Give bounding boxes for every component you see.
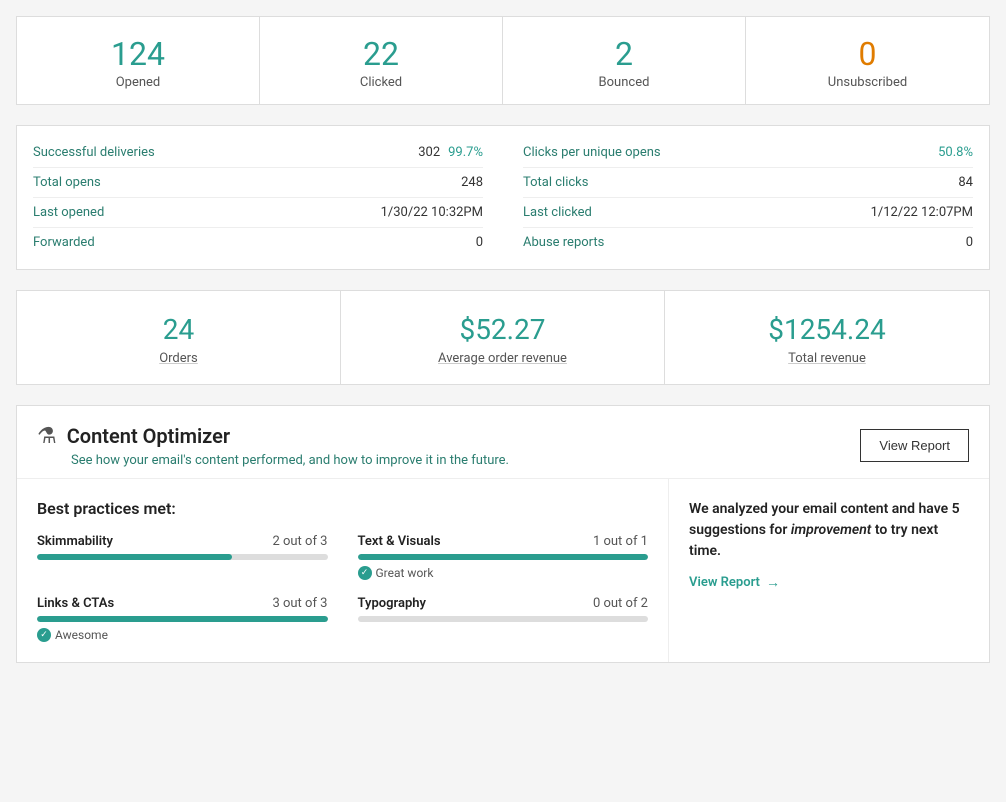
metric-label-last-opened: Last opened [33, 205, 104, 220]
progress-fill-skimmability [37, 554, 232, 560]
metric-last-clicked: Last clicked 1/12/22 12:07PM [523, 198, 973, 228]
optimizer-section: ⚗ Content Optimizer See how your email's… [16, 405, 990, 663]
metric-total-opens: Total opens 248 [33, 168, 483, 198]
unsubscribed-label: Unsubscribed [756, 75, 979, 90]
progress-bg-text-visuals [358, 554, 649, 560]
badge-label-text-visuals: Great work [376, 566, 434, 580]
progress-bg-skimmability [37, 554, 328, 560]
practice-badge-text-visuals: ✓ Great work [358, 566, 649, 580]
unsubscribed-number: 0 [756, 35, 979, 73]
optimizer-title: Content Optimizer [67, 424, 230, 448]
practice-score-skimmability: 2 out of 3 [272, 534, 327, 549]
practice-name-text-visuals: Text & Visuals [358, 534, 441, 549]
metric-successful-deliveries: Successful deliveries 302 99.7% [33, 138, 483, 168]
practices-grid: Skimmability 2 out of 3 Text & Visuals 1… [37, 534, 648, 642]
metric-value-clicks-unique: 50.8% [938, 145, 973, 160]
metric-label-abuse: Abuse reports [523, 235, 604, 250]
metrics-right: Clicks per unique opens 50.8% Total clic… [523, 138, 973, 257]
metric-label-deliveries: Successful deliveries [33, 145, 155, 160]
optimizer-header: ⚗ Content Optimizer See how your email's… [17, 406, 989, 479]
avg-order-number: $52.27 [351, 313, 654, 347]
metric-value-deliveries: 302 [418, 145, 440, 160]
metric-total-clicks: Total clicks 84 [523, 168, 973, 198]
total-revenue-label: Total revenue [675, 351, 979, 366]
metric-value-total-clicks: 84 [958, 175, 973, 190]
progress-bg-typography [358, 616, 649, 622]
practice-score-typography: 0 out of 2 [593, 596, 648, 611]
metric-last-opened: Last opened 1/30/22 10:32PM [33, 198, 483, 228]
suggestions-panel: We analyzed your email content and have … [669, 479, 989, 662]
practice-typography: Typography 0 out of 2 [358, 596, 649, 642]
arrow-right-icon: → [766, 574, 780, 591]
metric-value-abuse: 0 [966, 235, 973, 250]
metrics-section: Successful deliveries 302 99.7% Total op… [16, 125, 990, 270]
flask-icon: ⚗ [37, 424, 57, 449]
progress-bg-links [37, 616, 328, 622]
stat-bounced: 2 Bounced [503, 17, 746, 104]
opened-number: 124 [27, 35, 249, 73]
check-icon-text-visuals: ✓ [358, 566, 372, 580]
metric-pct-deliveries: 99.7% [448, 145, 483, 160]
clicked-number: 22 [270, 35, 492, 73]
metric-abuse-reports: Abuse reports 0 [523, 228, 973, 257]
metric-value-last-opened: 1/30/22 10:32PM [381, 205, 483, 220]
total-revenue-number: $1254.24 [675, 313, 979, 347]
metric-label-clicks-unique: Clicks per unique opens [523, 145, 661, 160]
metric-label-forwarded: Forwarded [33, 235, 95, 250]
bounced-label: Bounced [513, 75, 735, 90]
stat-unsubscribed: 0 Unsubscribed [746, 17, 989, 104]
stats-top-row: 124 Opened 22 Clicked 2 Bounced 0 Unsubs… [16, 16, 990, 105]
optimizer-subtitle: See how your email's content performed, … [37, 453, 509, 468]
revenue-avg-order: $52.27 Average order revenue [341, 291, 665, 384]
stat-opened: 124 Opened [17, 17, 260, 104]
practice-name-typography: Typography [358, 596, 427, 611]
suggestions-text: We analyzed your email content and have … [689, 499, 969, 562]
metric-label-opens: Total opens [33, 175, 101, 190]
clicked-label: Clicked [270, 75, 492, 90]
orders-label: Orders [27, 351, 330, 366]
bounced-number: 2 [513, 35, 735, 73]
practices-panel: Best practices met: Skimmability 2 out o… [17, 479, 669, 662]
progress-fill-text-visuals [358, 554, 649, 560]
metric-clicks-unique-opens: Clicks per unique opens 50.8% [523, 138, 973, 168]
practice-skimmability: Skimmability 2 out of 3 [37, 534, 328, 580]
metric-value-forwarded: 0 [476, 235, 483, 250]
revenue-orders: 24 Orders [17, 291, 341, 384]
progress-fill-links [37, 616, 328, 622]
practice-text-visuals: Text & Visuals 1 out of 1 ✓ Great work [358, 534, 649, 580]
metric-value-last-clicked: 1/12/22 12:07PM [871, 205, 973, 220]
avg-order-label: Average order revenue [351, 351, 654, 366]
practice-links-ctas: Links & CTAs 3 out of 3 ✓ Awesome [37, 596, 328, 642]
optimizer-title-area: ⚗ Content Optimizer See how your email's… [37, 424, 509, 468]
practice-score-text-visuals: 1 out of 1 [593, 534, 648, 549]
check-icon-links: ✓ [37, 628, 51, 642]
metric-forwarded: Forwarded 0 [33, 228, 483, 257]
stat-clicked: 22 Clicked [260, 17, 503, 104]
view-report-link-label: View Report [689, 575, 760, 590]
badge-label-links: Awesome [55, 628, 108, 642]
view-report-link[interactable]: View Report → [689, 574, 969, 591]
metrics-left: Successful deliveries 302 99.7% Total op… [33, 138, 483, 257]
orders-number: 24 [27, 313, 330, 347]
optimizer-body: Best practices met: Skimmability 2 out o… [17, 479, 989, 662]
opened-label: Opened [27, 75, 249, 90]
practice-name-links: Links & CTAs [37, 596, 114, 611]
revenue-section: 24 Orders $52.27 Average order revenue $… [16, 290, 990, 385]
revenue-total: $1254.24 Total revenue [665, 291, 989, 384]
metric-value-opens: 248 [461, 175, 483, 190]
view-report-button[interactable]: View Report [860, 429, 969, 462]
practice-score-links: 3 out of 3 [272, 596, 327, 611]
metric-label-last-clicked: Last clicked [523, 205, 592, 220]
metric-label-total-clicks: Total clicks [523, 175, 588, 190]
practices-title: Best practices met: [37, 499, 648, 518]
practice-name-skimmability: Skimmability [37, 534, 113, 549]
practice-badge-links: ✓ Awesome [37, 628, 328, 642]
